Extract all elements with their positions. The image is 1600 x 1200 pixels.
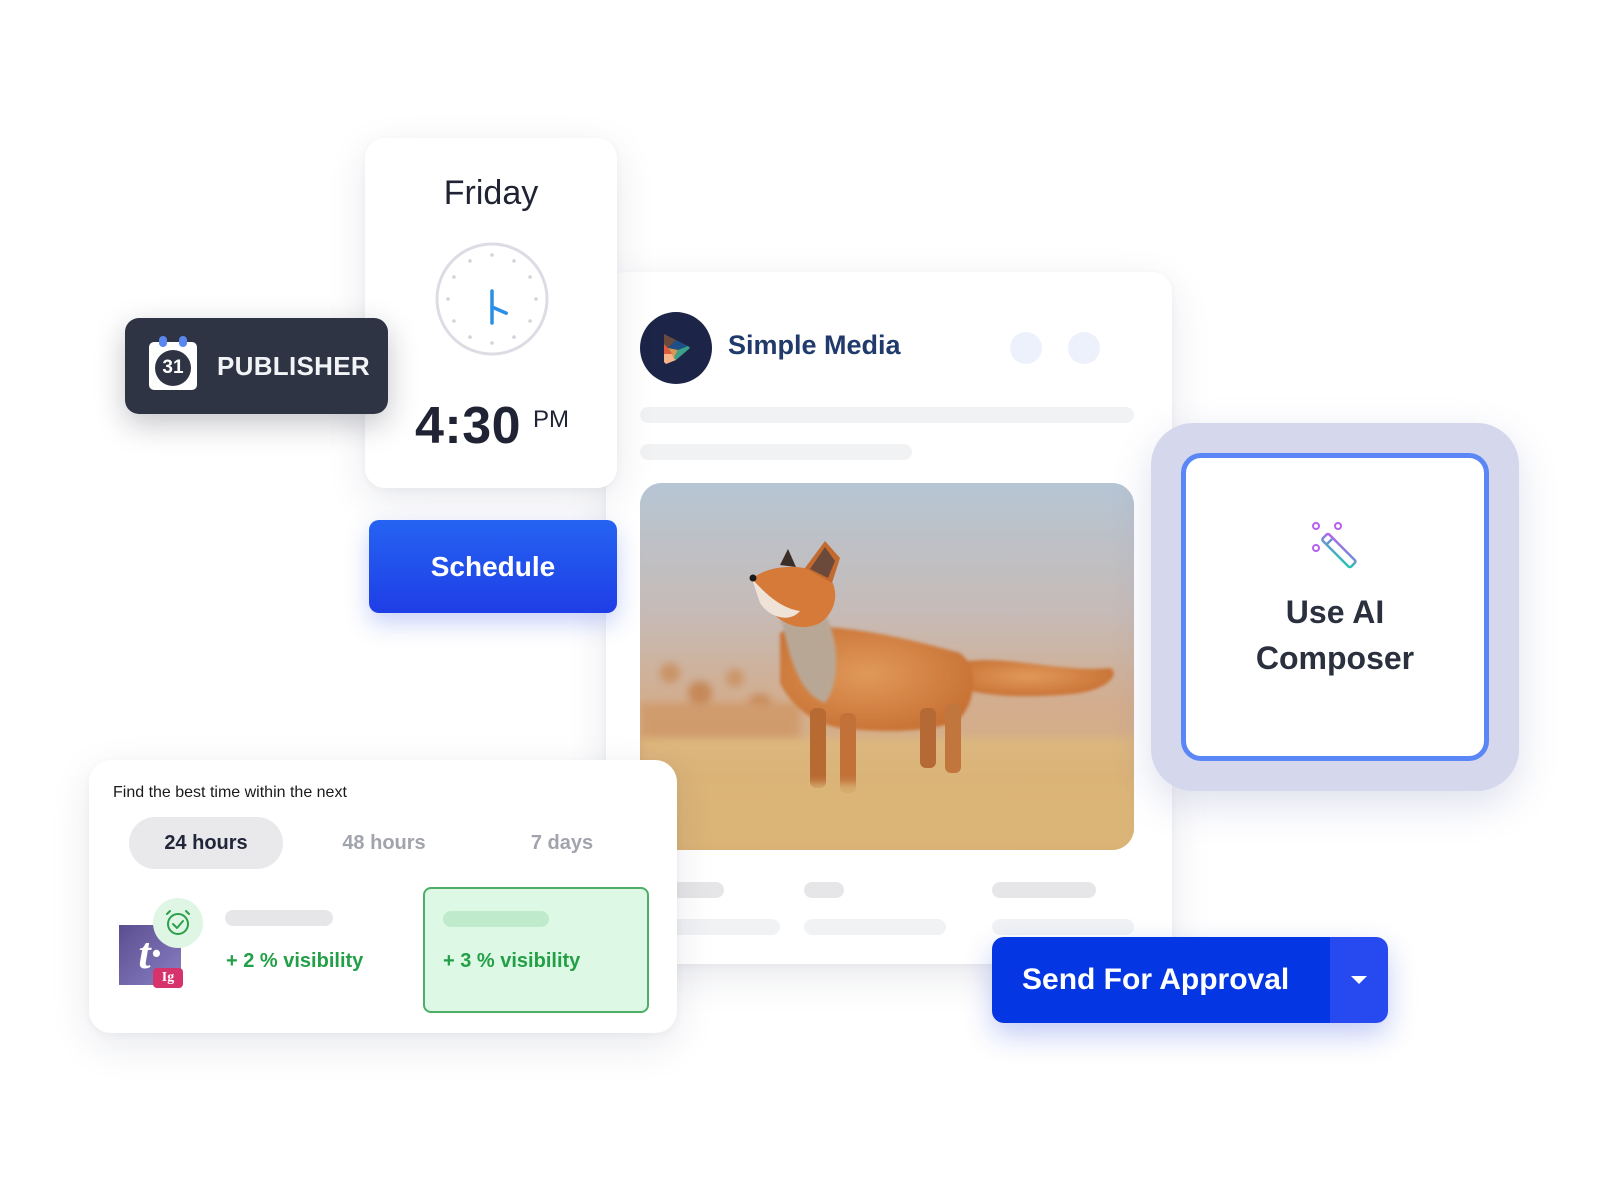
clock-tick — [468, 259, 472, 263]
slot-placeholder — [225, 910, 333, 926]
ai-composer-line2: Composer — [1255, 640, 1415, 676]
publisher-label: PUBLISHER — [217, 350, 370, 381]
alarm-check-icon — [166, 910, 190, 935]
magic-wand-icon — [1312, 522, 1357, 569]
caret-down-icon — [1351, 976, 1367, 984]
schedule-day: Friday — [443, 174, 539, 212]
clock-tick — [452, 319, 456, 323]
clock-icon — [435, 242, 549, 356]
option-dot-1[interactable] — [1010, 332, 1042, 364]
clock-tick — [452, 275, 456, 279]
clock-tick — [446, 297, 450, 301]
ai-composer-button[interactable]: Use AI Composer — [1181, 453, 1489, 761]
option-dot-2[interactable] — [1068, 332, 1100, 364]
publisher-badge: 31 PUBLISHER — [125, 318, 388, 414]
schedule-button[interactable]: Schedule — [369, 520, 617, 613]
account-name: Simple Media — [728, 330, 901, 360]
clock-tick — [534, 297, 538, 301]
play-logo-icon — [664, 334, 690, 364]
range-tab-24-hours[interactable]: 24 hours — [129, 817, 283, 869]
meta-placeholder — [804, 882, 844, 898]
slot-placeholder — [443, 911, 549, 927]
best-time-card: Find the best time within the next 24 ho… — [89, 760, 677, 1033]
range-tab-7-days[interactable]: 7 days — [485, 817, 639, 869]
post-image — [640, 483, 1134, 850]
range-tab-48-hours[interactable]: 48 hours — [307, 817, 461, 869]
clock-tick — [468, 335, 472, 339]
alarm-check-badge — [153, 898, 203, 948]
post-preview-card: Simple Media — [606, 272, 1172, 964]
best-time-title: Find the best time within the next — [113, 784, 347, 801]
account-avatar — [640, 312, 712, 384]
schedule-time: 4:30 — [415, 397, 522, 455]
send-approval-split-button: Send For Approval — [992, 937, 1388, 1023]
text-placeholder-line — [640, 407, 1134, 423]
approval-options-dropdown[interactable] — [1330, 937, 1388, 1023]
text-placeholder-line — [640, 444, 912, 460]
clock-tick — [528, 275, 532, 279]
meta-placeholder — [992, 882, 1096, 898]
ai-composer-label: Use AI Composer — [1256, 589, 1414, 681]
meta-placeholder — [992, 919, 1134, 935]
calendar-icon: 31 — [149, 336, 197, 390]
meta-placeholder — [804, 919, 946, 935]
clock-tick — [490, 253, 494, 257]
best-time-slot-selected[interactable]: + 3 % visibility — [423, 887, 649, 1013]
slot-visibility: + 3 % visibility — [443, 950, 581, 972]
ai-composer-frame: Use AI Composer — [1151, 423, 1519, 791]
clock-tick — [528, 319, 532, 323]
clock-tick — [512, 259, 516, 263]
schedule-meridiem: PM — [533, 406, 569, 433]
calendar-day: 31 — [155, 350, 191, 386]
fox-photo — [640, 483, 1134, 850]
schedule-time-card: Friday 4:30 PM — [365, 138, 617, 488]
ai-composer-line1: Use AI — [1285, 594, 1385, 630]
send-for-approval-button[interactable]: Send For Approval — [992, 937, 1330, 1023]
slot-visibility[interactable]: + 2 % visibility — [226, 950, 363, 973]
instagram-badge: Ig — [153, 968, 183, 988]
clock-tick — [490, 341, 494, 345]
clock-tick — [512, 335, 516, 339]
